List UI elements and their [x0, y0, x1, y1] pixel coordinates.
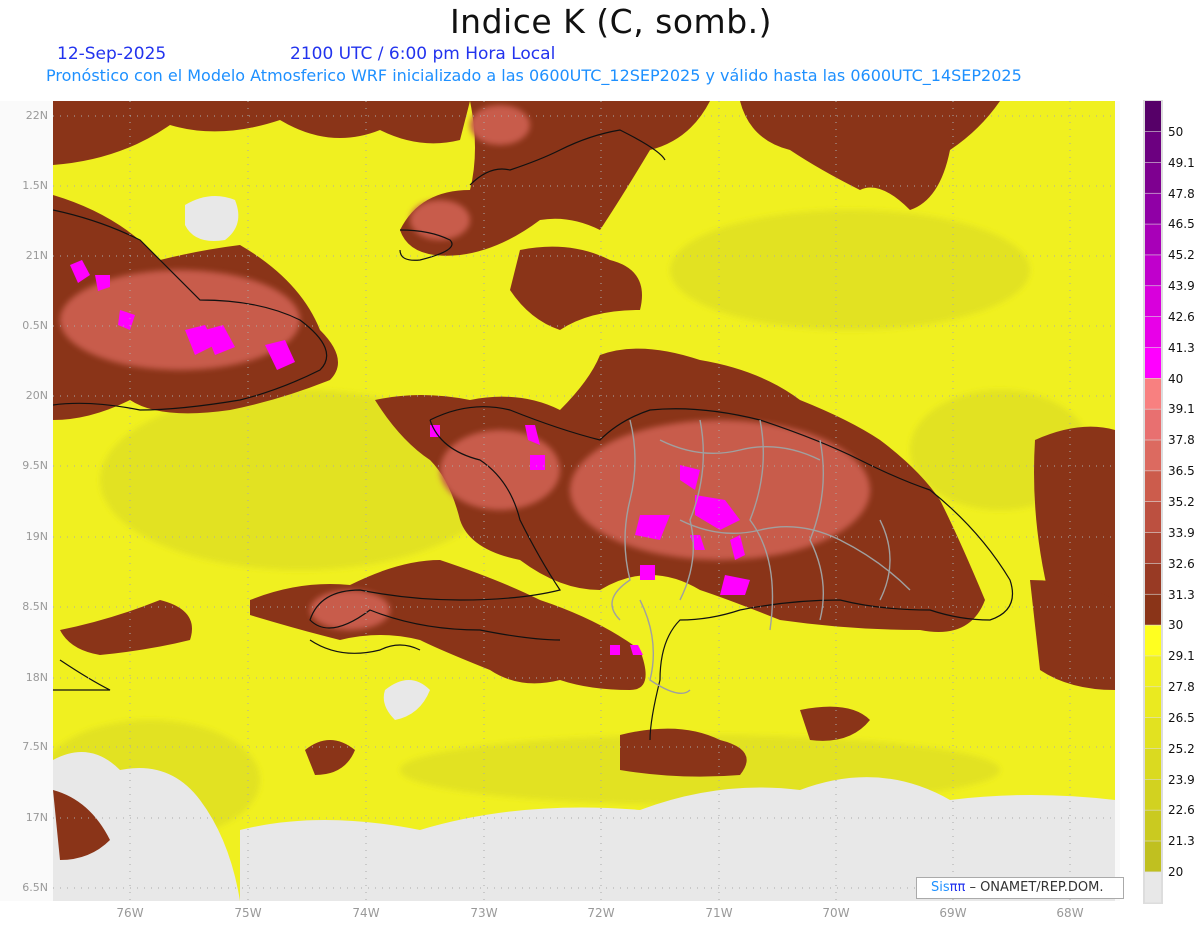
colorbar-bin	[1145, 131, 1161, 163]
colorbar-bin	[1145, 810, 1161, 841]
lat-tick-label: 22N	[25, 109, 48, 122]
colorbar-label: 47.8	[1168, 186, 1195, 201]
sis-logo-text: Sis	[931, 880, 950, 895]
colorbar-label: 43.9	[1168, 279, 1195, 294]
colorbar-label: 41.3	[1168, 340, 1195, 355]
colorbar-bin	[1145, 779, 1161, 810]
colorbar-label: 36.5	[1168, 464, 1195, 479]
lat-tick-label: 7.5N	[22, 740, 48, 753]
forecast-time: 2100 UTC / 6:00 pm Hora Local	[290, 44, 556, 64]
credit-text: – ONAMET/REP.DOM.	[969, 880, 1104, 895]
lat-tick-label: 17N	[25, 811, 48, 824]
lon-tick-label: 72W	[587, 906, 615, 920]
colorbar-label: 39.1	[1168, 402, 1195, 417]
colorbar-label: 23.9	[1168, 772, 1195, 787]
colorbar-label: 33.9	[1168, 525, 1195, 540]
colorbar-label: 31.3	[1168, 587, 1195, 602]
k-index-map	[0, 100, 1163, 904]
colorbar-label: 46.5	[1168, 217, 1195, 232]
colorbar-label: 49.1	[1168, 155, 1195, 170]
lon-tick-label: 76W	[116, 906, 144, 920]
colorbar-bin	[1145, 532, 1161, 564]
colorbar-bin	[1145, 471, 1161, 502]
credit-box: Sisππ – ONAMET/REP.DOM.	[916, 877, 1124, 899]
colorbar-label: 50	[1168, 124, 1184, 139]
colorbar-bin	[1145, 409, 1161, 440]
colorbar-label: 26.5	[1168, 710, 1195, 725]
colorbar-label: 22.6	[1168, 803, 1195, 818]
colorbar-bin	[1145, 286, 1161, 317]
lat-tick-label: 6.5N	[22, 881, 48, 894]
lat-tick-label: 19N	[25, 530, 48, 543]
colorbar	[1143, 100, 1163, 904]
lat-tick-label: 20N	[25, 389, 48, 402]
colorbar-label: 42.6	[1168, 309, 1195, 324]
forecast-date: 12-Sep-2025	[57, 44, 167, 64]
colorbar-label: 45.2	[1168, 248, 1195, 263]
colorbar-bin	[1145, 687, 1161, 718]
lon-tick-label: 74W	[352, 906, 380, 920]
lat-tick-label: 18N	[25, 671, 48, 684]
colorbar-label: 32.6	[1168, 556, 1195, 571]
lat-tick-label: 9.5N	[22, 459, 48, 472]
colorbar-label: 30	[1168, 618, 1184, 633]
map-title: Indice K (C, somb.)	[449, 2, 773, 41]
colorbar-bin	[1145, 872, 1161, 903]
lon-tick-label: 75W	[234, 906, 262, 920]
colorbar-bin	[1145, 378, 1161, 409]
colorbar-label: 35.2	[1168, 495, 1195, 509]
lat-tick-label: 8.5N	[22, 600, 48, 613]
lat-tick-label: 0.5N	[22, 319, 48, 332]
colorbar-label: 21.3	[1168, 834, 1195, 849]
colorbar-label: 20	[1168, 865, 1184, 880]
colorbar-bin	[1145, 162, 1161, 193]
colorbar-bin	[1145, 502, 1161, 533]
colorbar-bin	[1145, 748, 1161, 780]
colorbar-bin	[1145, 316, 1161, 348]
colorbar-bin	[1145, 193, 1161, 224]
lon-tick-label: 71W	[705, 906, 733, 920]
lat-tick-label: 21N	[25, 249, 48, 262]
colorbar-bin	[1145, 841, 1161, 872]
colorbar-label: 37.8	[1168, 433, 1195, 448]
lon-tick-label: 70W	[822, 906, 850, 920]
colorbar-bin	[1145, 594, 1161, 625]
colorbar-bin	[1145, 347, 1161, 379]
colorbar-label: 25.2	[1168, 741, 1195, 756]
colorbar-label: 40	[1168, 371, 1184, 386]
colorbar-bin	[1145, 717, 1161, 749]
lat-tick-label: 1.5N	[22, 179, 48, 192]
colorbar-bin	[1145, 255, 1161, 286]
lon-tick-label: 73W	[470, 906, 498, 920]
pi-logo-icon: ππ	[949, 880, 966, 895]
colorbar-label: 29.1	[1168, 649, 1195, 664]
colorbar-bin	[1145, 656, 1161, 687]
model-subtitle: Pronóstico con el Modelo Atmosferico WRF…	[46, 66, 1022, 85]
lon-tick-label: 69W	[939, 906, 967, 920]
colorbar-bin	[1145, 625, 1161, 656]
colorbar-bin	[1145, 101, 1161, 132]
colorbar-bin	[1145, 563, 1161, 594]
lon-tick-label: 68W	[1056, 906, 1084, 920]
colorbar-bin	[1145, 440, 1161, 471]
colorbar-bin	[1145, 224, 1161, 255]
colorbar-label: 27.8	[1168, 680, 1195, 695]
